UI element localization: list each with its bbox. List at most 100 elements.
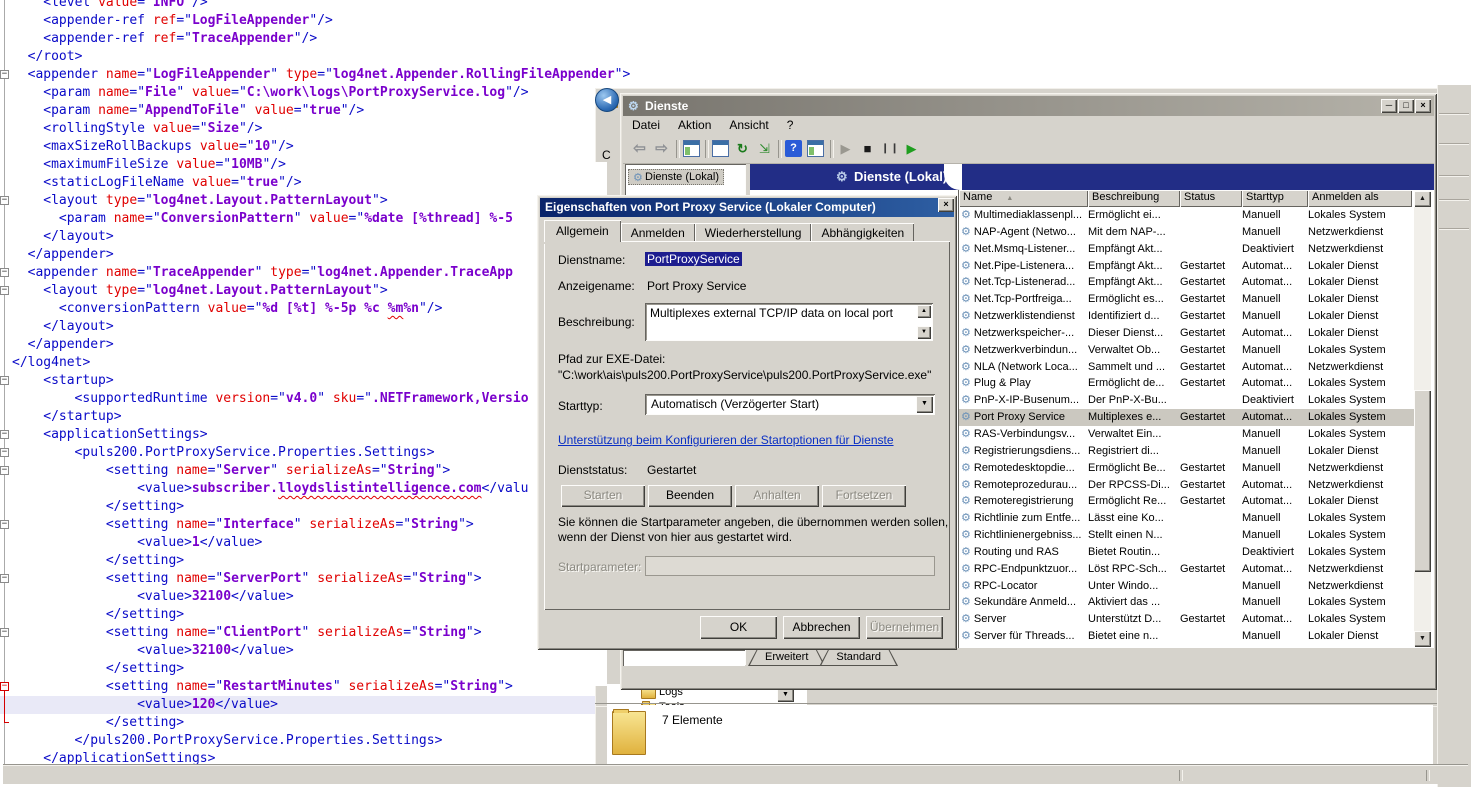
fold-toggle-icon[interactable]: − <box>0 286 9 295</box>
description-field[interactable]: Multiplexes external TCP/IP data on loca… <box>645 303 933 341</box>
export-list-icon[interactable]: ⇲ <box>756 140 773 157</box>
table-row[interactable]: ⚙Plug & PlayErmöglicht de...GestartetAut… <box>959 375 1414 392</box>
services-titlebar[interactable]: ⚙ Dienste ─ □ × <box>623 96 1434 116</box>
table-row[interactable]: ⚙RPC-LocatorUnter Windo...ManuellNetzwer… <box>959 578 1414 595</box>
fold-toggle-icon[interactable]: − <box>0 430 9 439</box>
table-row[interactable]: ⚙Port Proxy ServiceMultiplexes e...Gesta… <box>959 409 1414 426</box>
menu-item-ansicht[interactable]: Ansicht <box>720 116 777 134</box>
fold-toggle-icon[interactable]: − <box>0 466 9 475</box>
tab-allgemein[interactable]: Allgemein <box>544 220 621 242</box>
table-row[interactable]: ⚙ServerUnterstützt D...GestartetAutomat.… <box>959 611 1414 628</box>
show-console-tree-icon[interactable] <box>683 140 700 157</box>
column-header[interactable]: Anmelden als <box>1308 190 1412 207</box>
restart-service-icon[interactable]: ▶ <box>903 140 920 157</box>
column-header[interactable]: Beschreibung <box>1088 190 1180 207</box>
table-row[interactable]: ⚙Remoteprozedurau...Der RPCSS-Di...Gesta… <box>959 477 1414 494</box>
table-row[interactable]: ⚙PnP-X-IP-Busenum...Der PnP-X-Bu...Deakt… <box>959 392 1414 409</box>
fold-toggle-icon[interactable]: − <box>0 70 9 79</box>
combo-dropdown-button[interactable]: ▼ <box>777 688 794 702</box>
column-header[interactable]: Name▲ <box>959 190 1088 207</box>
table-row[interactable]: ⚙Multimediaklassenpl...Ermöglicht ei...M… <box>959 207 1414 224</box>
code-line[interactable]: <appender-ref ref="TraceAppender"/> <box>0 30 1471 48</box>
table-row[interactable]: ⚙NetzwerklistendienstIdentifiziert d...G… <box>959 308 1414 325</box>
starten-button[interactable]: Starten <box>561 485 645 507</box>
table-row[interactable]: ⚙Richtlinienergebniss...Stellt einen N..… <box>959 527 1414 544</box>
column-header[interactable]: Starttyp <box>1242 190 1308 207</box>
forward-icon[interactable]: ⇨ <box>653 140 670 157</box>
table-row[interactable]: ⚙Registrierungsdiens...Registriert di...… <box>959 443 1414 460</box>
table-row[interactable]: ⚙NLA (Network Loca...Sammelt und ...Gest… <box>959 359 1414 376</box>
view-tab-standard[interactable]: Standard <box>819 649 898 666</box>
column-header[interactable]: Status <box>1180 190 1242 207</box>
start-options-help-link[interactable]: Unterstützung beim Konfigurieren der Sta… <box>558 433 894 447</box>
table-row[interactable]: ⚙Netzwerkverbindun...Verwaltet Ob...Gest… <box>959 342 1414 359</box>
services-scrollbar[interactable]: ▲ ▼ <box>1414 191 1431 647</box>
dialog-titlebar[interactable]: Eigenschaften von Port Proxy Service (Lo… <box>540 198 954 217</box>
bernehmen-button[interactable]: Übernehmen <box>866 616 943 639</box>
fold-toggle-icon[interactable]: − <box>0 448 9 457</box>
beenden-button[interactable]: Beenden <box>648 485 732 507</box>
minimize-button[interactable]: ─ <box>1381 99 1397 113</box>
fold-toggle-icon[interactable]: − <box>0 268 9 277</box>
ok-button[interactable]: OK <box>700 616 777 639</box>
maximize-button[interactable]: □ <box>1398 99 1414 113</box>
table-row[interactable]: ⚙Sekundäre Anmeld...Aktiviert das ...Man… <box>959 594 1414 611</box>
code-line[interactable]: <appender-ref ref="LogFileAppender"/> <box>0 12 1471 30</box>
fold-toggle-icon[interactable]: − <box>0 520 9 529</box>
scroll-down-button[interactable]: ▼ <box>1414 631 1431 647</box>
code-line[interactable]: <appender name="LogFileAppender" type="l… <box>0 66 1471 84</box>
table-row[interactable]: ⚙NAP-Agent (Netwo...Mit dem NAP-...Manue… <box>959 224 1414 241</box>
fold-toggle-icon[interactable]: − <box>0 574 9 583</box>
refresh-icon[interactable]: ↻ <box>734 140 751 157</box>
scrollbar-thumb[interactable] <box>1414 390 1431 572</box>
help-icon[interactable]: ? <box>785 140 802 157</box>
table-row[interactable]: ⚙RPC-Endpunktzuor...Löst RPC-Sch...Gesta… <box>959 561 1414 578</box>
combo-dropdown-icon[interactable]: ▼ <box>916 396 933 413</box>
code-line[interactable]: </root> <box>0 48 1471 66</box>
table-row[interactable]: ⚙Routing und RASBietet Routin...Deaktivi… <box>959 544 1414 561</box>
tab-wiederherstellung[interactable]: Wiederherstellung <box>695 223 812 242</box>
table-row[interactable]: ⚙Server für Threads...Bietet eine n...Ma… <box>959 628 1414 645</box>
table-row[interactable]: ⚙Net.Msmq-Listener...Empfängt Akt...Deak… <box>959 241 1414 258</box>
description-scroll-down[interactable]: ▼ <box>917 326 931 339</box>
dialog-close-button[interactable]: × <box>938 198 954 212</box>
code-line[interactable]: <level value="INFO"/> <box>0 0 1471 12</box>
table-row[interactable]: ⚙RemoteregistrierungErmöglicht Re...Gest… <box>959 493 1414 510</box>
tab-abhängigkeiten[interactable]: Abhängigkeiten <box>811 223 914 242</box>
table-row[interactable]: ⚙Net.Tcp-Listenerad...Empfängt Akt...Ges… <box>959 274 1414 291</box>
dialog-title: Eigenschaften von Port Proxy Service (Lo… <box>545 200 876 214</box>
table-row[interactable]: ⚙RAS-Verbindungsv...Verwaltet Ein...Manu… <box>959 426 1414 443</box>
table-row[interactable]: ⚙Richtlinie zum Entfe...Lässt eine Ko...… <box>959 510 1414 527</box>
back-icon[interactable]: ⇦ <box>631 140 648 157</box>
start-service-icon[interactable]: ▶ <box>837 140 854 157</box>
table-row[interactable]: ⚙Netzwerkspeicher-...Dieser Dienst...Ges… <box>959 325 1414 342</box>
anhalten-button[interactable]: Anhalten <box>735 485 819 507</box>
fortsetzen-button[interactable]: Fortsetzen <box>822 485 906 507</box>
menu-item-aktion[interactable]: Aktion <box>669 116 720 134</box>
startparam-input[interactable] <box>645 556 935 576</box>
fold-toggle-icon[interactable]: − <box>0 682 9 691</box>
close-button[interactable]: × <box>1415 99 1431 113</box>
description-scroll-up[interactable]: ▲ <box>917 305 931 318</box>
abbrechen-button[interactable]: Abbrechen <box>783 616 860 639</box>
show-taskpad-icon[interactable] <box>807 140 824 157</box>
back-button[interactable]: ◀ <box>595 88 619 112</box>
table-row[interactable]: ⚙Net.Tcp-Portfreiga...Ermöglicht es...Ge… <box>959 291 1414 308</box>
gear-icon: ⚙ <box>961 613 971 625</box>
table-row[interactable]: ⚙Remotedesktopdie...Ermöglicht Be...Gest… <box>959 460 1414 477</box>
start-type-combo[interactable]: Automatisch (Verzögerter Start) ▼ <box>645 394 935 415</box>
fold-gutter[interactable]: − − − − − − − − − − − − <box>0 0 11 787</box>
pause-service-icon[interactable]: ❙❙ <box>881 140 898 157</box>
tree-item-dienste-lokal[interactable]: ⚙ Dienste (Lokal) <box>628 169 724 185</box>
fold-toggle-icon[interactable]: − <box>0 196 9 205</box>
tab-anmelden[interactable]: Anmelden <box>621 223 695 242</box>
view-tab-erweitert[interactable]: Erweitert <box>748 649 825 666</box>
properties-icon[interactable] <box>712 140 729 157</box>
stop-service-icon[interactable]: ■ <box>859 140 876 157</box>
scroll-up-button[interactable]: ▲ <box>1414 191 1431 207</box>
table-row[interactable]: ⚙Net.Pipe-Listenera...Empfängt Akt...Ges… <box>959 258 1414 275</box>
menu-item-[interactable]: ? <box>778 116 803 134</box>
fold-toggle-icon[interactable]: − <box>0 628 9 637</box>
menu-item-datei[interactable]: Datei <box>623 116 669 134</box>
fold-toggle-icon[interactable]: − <box>0 376 9 385</box>
